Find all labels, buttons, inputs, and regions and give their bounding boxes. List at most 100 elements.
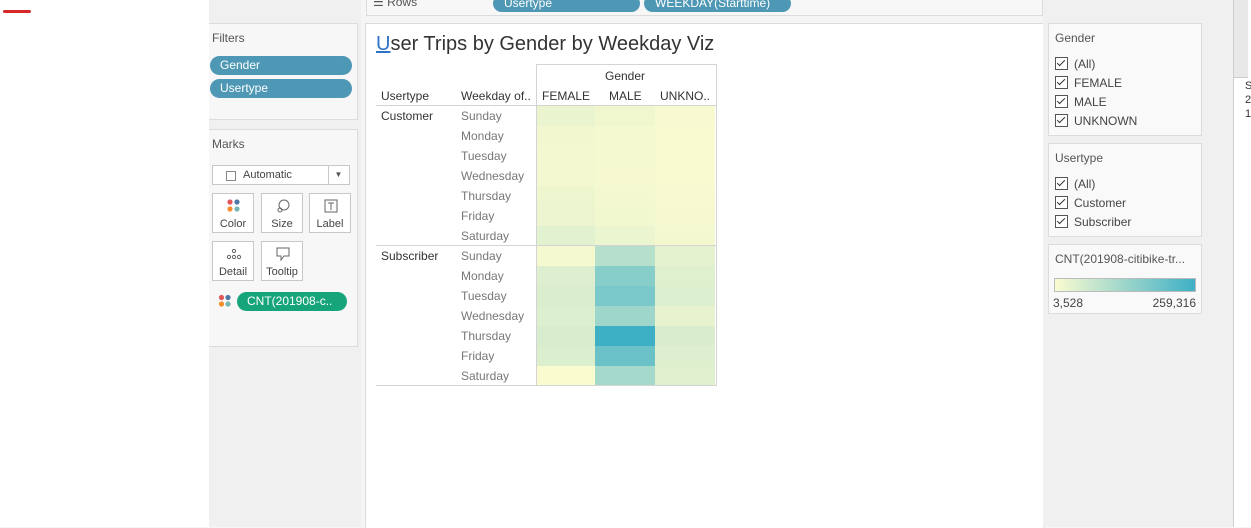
- weekday-label: Thursday: [461, 329, 512, 343]
- usertype-row-header: Usertype: [381, 89, 430, 103]
- heatmap-cell: [655, 206, 715, 226]
- label-button-label: Label: [316, 218, 344, 230]
- mark-type-dropdown[interactable]: Automatic ▼: [212, 165, 350, 185]
- row-group-subscriber: Subscriber: [381, 249, 439, 263]
- heatmap-cell: [595, 166, 655, 186]
- detail-button[interactable]: Detail: [212, 241, 254, 281]
- usertype-option-customer[interactable]: Customer: [1055, 196, 1126, 211]
- heatmap-cell: [595, 366, 655, 386]
- gender-option-female[interactable]: FEMALE: [1055, 76, 1122, 91]
- heatmap-cell: [655, 146, 715, 166]
- rows-shelf: ☰ Rows Usertype WEEKDAY(Starttime): [366, 0, 1043, 16]
- heatmap-cell: [595, 226, 655, 246]
- detail-icon: [226, 248, 242, 260]
- tooltip-button[interactable]: Tooltip: [261, 241, 303, 281]
- weekday-label: Sunday: [461, 109, 502, 123]
- gridline: [376, 245, 716, 246]
- adjacent-window-strip: S 2( 18: [1233, 0, 1251, 527]
- heatmap-cell: [536, 226, 595, 246]
- shelf-pill-usertype[interactable]: Usertype: [493, 0, 640, 12]
- heatmap-cell: [595, 306, 655, 326]
- weekday-label: Wednesday: [461, 169, 525, 183]
- color-marks-icon: [218, 294, 231, 307]
- color-legend-title: CNT(201908-citibike-tr...: [1055, 252, 1186, 266]
- weekday-label: Tuesday: [461, 289, 507, 303]
- heatmap-cell: [595, 126, 655, 146]
- usertype-option-subscriber[interactable]: Subscriber: [1055, 215, 1131, 230]
- heatmap-cell: [655, 126, 715, 146]
- marks-title: Marks: [212, 137, 245, 151]
- detail-button-label: Detail: [218, 266, 248, 278]
- tooltip-icon: [276, 247, 290, 261]
- filter-pill-usertype[interactable]: Usertype: [210, 79, 352, 98]
- heatmap-cell: [595, 246, 655, 266]
- strip-text-2: 2(: [1245, 94, 1251, 106]
- heatmap-cell: [655, 346, 715, 366]
- heatmap-cell: [595, 186, 655, 206]
- heatmap-cell: [536, 326, 595, 346]
- size-button-label: Size: [271, 218, 293, 230]
- checkbox-icon[interactable]: [1055, 196, 1068, 209]
- gender-option-all[interactable]: (All): [1055, 57, 1095, 72]
- label-icon: [324, 199, 338, 213]
- heatmap-cell: [595, 206, 655, 226]
- heatmap-cell: [536, 186, 595, 206]
- checkbox-icon[interactable]: [1055, 76, 1068, 89]
- heatmap-cell: [536, 286, 595, 306]
- blank-area: [0, 0, 209, 527]
- heatmap-cell: [655, 266, 715, 286]
- viz-title-first-letter: U: [376, 33, 391, 55]
- heatmap-cell: [655, 326, 715, 346]
- gender-option-male[interactable]: MALE: [1055, 95, 1107, 110]
- red-annotation-mark: [3, 10, 31, 13]
- heatmap-cell: [536, 126, 595, 146]
- weekday-label: Sunday: [461, 249, 502, 263]
- color-legend-card: CNT(201908-citibike-tr... 3,528 259,316: [1048, 244, 1202, 314]
- checkbox-icon[interactable]: [1055, 215, 1068, 228]
- shelf-pill-weekday[interactable]: WEEKDAY(Starttime): [644, 0, 791, 12]
- weekday-row-header: Weekday of..: [461, 89, 531, 103]
- gridline: [716, 64, 717, 386]
- checkbox-icon[interactable]: [1055, 95, 1068, 108]
- heatmap-cell: [536, 246, 595, 266]
- heatmap-cell: [655, 306, 715, 326]
- color-gradient-bar: [1054, 278, 1196, 292]
- heatmap-cell: [655, 366, 715, 386]
- heatmap-cell: [536, 106, 595, 126]
- tooltip-button-label: Tooltip: [266, 266, 298, 278]
- strip-text-3: 18: [1245, 108, 1251, 120]
- row-group-customer: Customer: [381, 109, 434, 123]
- label-button[interactable]: Label: [309, 193, 351, 233]
- gender-option-unknown[interactable]: UNKNOWN: [1055, 114, 1137, 129]
- color-legend-max: 259,316: [1152, 296, 1196, 310]
- color-button[interactable]: Color: [212, 193, 254, 233]
- usertype-filter-title: Usertype: [1055, 151, 1104, 165]
- heatmap-cell: [655, 186, 715, 206]
- chevron-down-icon: ▼: [328, 166, 348, 184]
- heatmap-cell: [655, 166, 715, 186]
- checkbox-icon[interactable]: [1055, 114, 1068, 127]
- gender-filter-title: Gender: [1055, 31, 1096, 45]
- measure-pill[interactable]: CNT(201908-c..: [237, 292, 347, 311]
- weekday-label: Saturday: [461, 229, 510, 243]
- col-header-female: FEMALE: [542, 89, 591, 103]
- heatmap-cell: [655, 286, 715, 306]
- heatmap-cell: [536, 306, 595, 326]
- weekday-label: Monday: [461, 269, 504, 283]
- gridline: [536, 64, 716, 65]
- usertype-option-all[interactable]: (All): [1055, 177, 1095, 192]
- gender-filter-card: Gender (All) FEMALE MALE UNKNOWN: [1048, 23, 1202, 136]
- checkbox-icon[interactable]: [1055, 57, 1068, 70]
- heatmap-cell: [536, 166, 595, 186]
- heatmap-cell: [655, 246, 715, 266]
- heatmap-cell: [595, 266, 655, 286]
- color-legend-min: 3,528: [1053, 296, 1084, 310]
- mark-square-icon: [226, 171, 236, 181]
- checkbox-icon[interactable]: [1055, 177, 1068, 190]
- heatmap-cell: [595, 346, 655, 366]
- heatmap-cell: [655, 226, 715, 246]
- size-button[interactable]: Size: [261, 193, 303, 233]
- heatmap-cell: [595, 326, 655, 346]
- heatmap-cell: [595, 286, 655, 306]
- filter-pill-gender[interactable]: Gender: [210, 56, 352, 75]
